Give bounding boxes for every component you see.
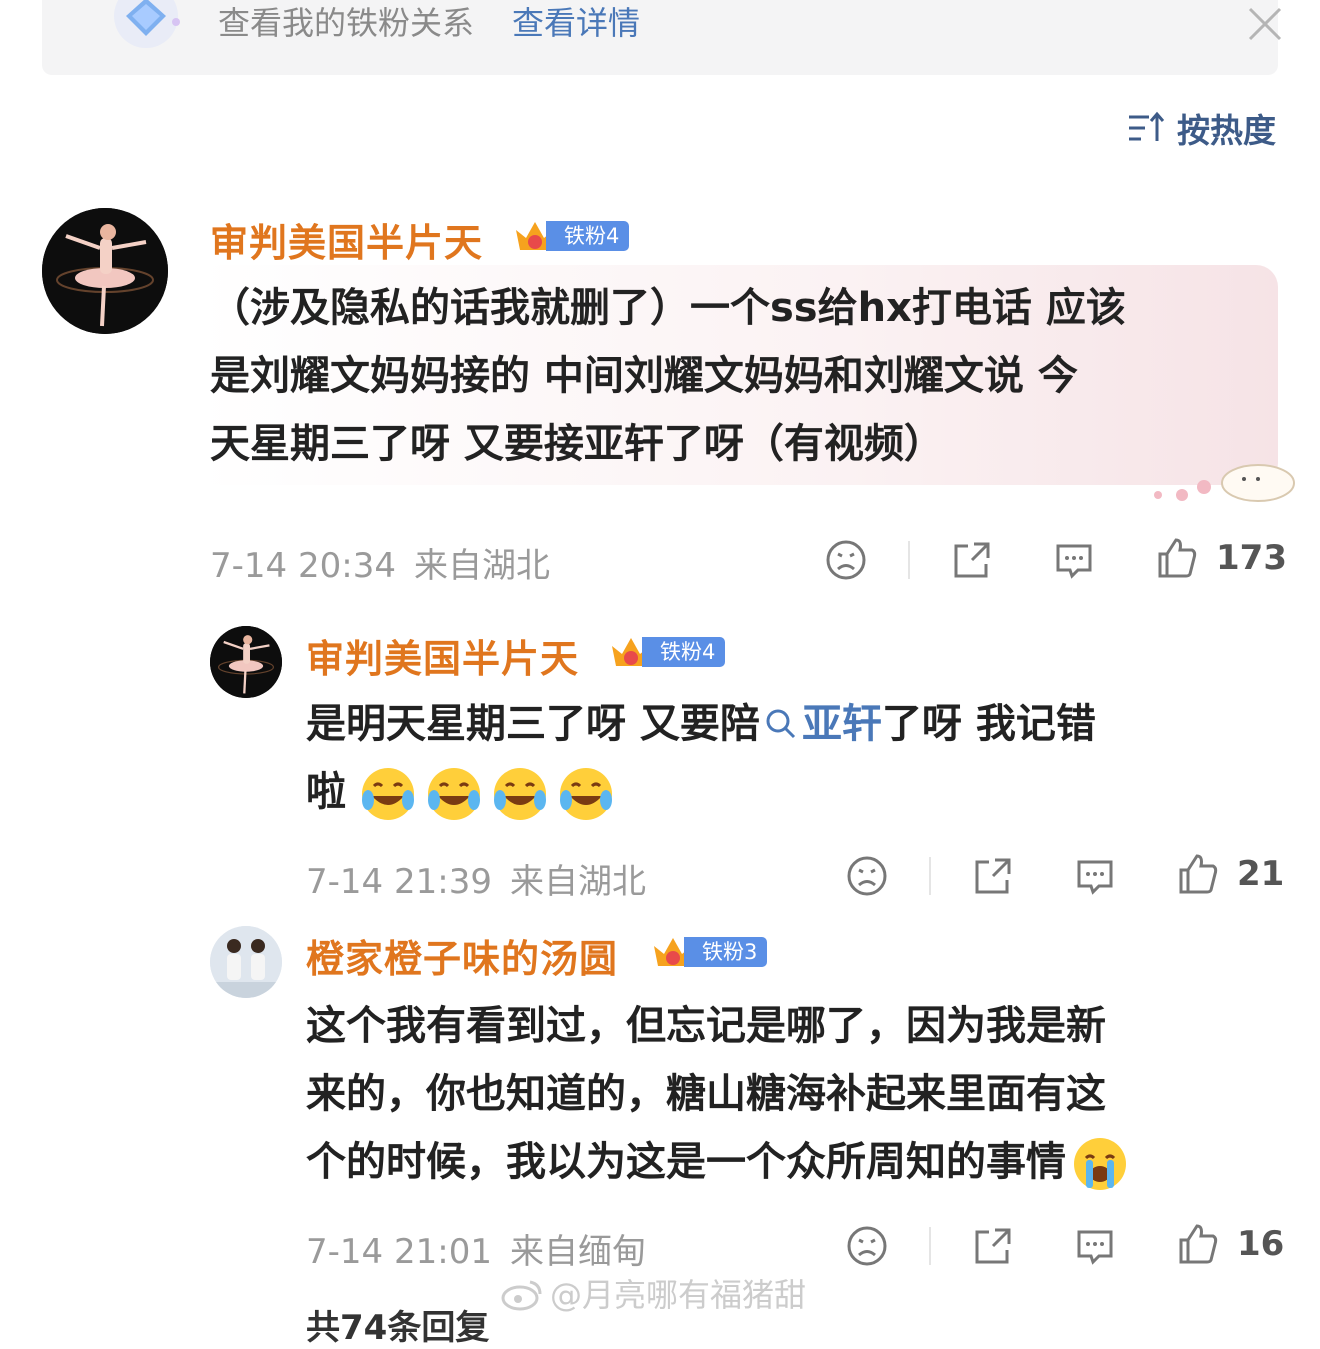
comment-username[interactable]: 橙家橙子味的汤圆	[306, 928, 618, 983]
divider	[929, 1227, 931, 1265]
reply-text-segment: 了呀 我记错	[881, 701, 1096, 747]
share-icon[interactable]	[971, 1224, 1015, 1268]
reply-comment-icon[interactable]	[1073, 1224, 1117, 1268]
reply-comment-icon[interactable]	[1052, 538, 1096, 582]
avatar[interactable]	[210, 926, 282, 998]
comment-meta: 7-14 20:34 来自湖北	[210, 538, 568, 587]
total-replies-link[interactable]: 共74条回复	[306, 1300, 489, 1349]
reply-text-segment: 是明天星期三了呀 又要陪	[306, 701, 760, 747]
laugh-cry-emoji-icon	[559, 768, 612, 820]
fan-badge-label: 铁粉4	[642, 637, 726, 667]
comment-text-line: （涉及隐私的话我就删了）一个ss给hx打电话 应该	[210, 285, 1126, 331]
like-thumb-icon[interactable]	[1154, 536, 1198, 580]
laugh-cry-emoji-icon	[427, 768, 480, 820]
comment-text-line: 天星期三了呀 又要接亚轩了呀（有视频）	[210, 421, 944, 467]
dislike-face-icon[interactable]	[845, 1224, 889, 1268]
view-details-link[interactable]: 查看详情	[512, 2, 640, 44]
dislike-face-icon[interactable]	[824, 538, 868, 582]
reply-text-line: 这个我有看到过，但忘记是哪了，因为我是新	[306, 1003, 1106, 1049]
reply-text-line: 来的，你也知道的，糖山糖海补起来里面有这	[306, 1071, 1106, 1117]
share-icon[interactable]	[971, 854, 1015, 898]
reply-text-line: 是明天星期三了呀 又要陪 亚轩了呀 我记错	[306, 690, 1096, 758]
comment-username[interactable]: 审判美国半片天	[210, 212, 483, 267]
fan-relation-banner: 查看我的铁粉关系 查看详情	[42, 0, 1282, 75]
two-people-avatar-image	[210, 926, 282, 998]
comment-text: （涉及隐私的话我就删了）一个ss给hx打电话 应该 是刘耀文妈妈接的 中间刘耀文…	[210, 274, 1126, 478]
comment-time: 7-14 20:34	[210, 546, 396, 586]
reply-text-line: 啦	[306, 758, 1096, 826]
reply-text-segment: 个的时候，我以为这是一个众所周知的事情	[306, 1139, 1066, 1185]
fan-diamond-icon	[114, 0, 180, 48]
comment-username[interactable]: 审判美国半片天	[306, 628, 579, 683]
reply-text-segment: 啦	[306, 769, 346, 815]
divider	[929, 857, 931, 895]
dislike-face-icon[interactable]	[845, 854, 889, 898]
ballerina-avatar-image	[42, 208, 168, 334]
cat-bubble-decoration	[1154, 464, 1295, 502]
reply-text: 这个我有看到过，但忘记是哪了，因为我是新 来的，你也知道的，糖山糖海补起来里面有…	[306, 992, 1138, 1196]
sort-icon	[1129, 111, 1165, 141]
watermark-text: @月亮哪有福猪甜	[550, 1276, 807, 1314]
share-icon[interactable]	[950, 538, 994, 582]
avatar[interactable]	[42, 208, 168, 334]
reply-text-line: 个的时候，我以为这是一个众所周知的事情	[306, 1128, 1138, 1196]
topic-link[interactable]: 亚轩	[802, 701, 882, 747]
search-icon	[766, 709, 795, 739]
comment-time: 7-14 21:01	[306, 1232, 492, 1272]
like-count: 16	[1237, 1224, 1285, 1264]
crying-emoji-icon	[1074, 1138, 1126, 1190]
comment-location: 来自湖北	[413, 546, 550, 586]
laugh-cry-emoji-icon	[361, 768, 414, 820]
comment-text-line: 是刘耀文妈妈接的 中间刘耀文妈妈和刘耀文说 今	[210, 353, 1078, 399]
comment-location: 来自缅甸	[509, 1232, 646, 1272]
fan-badge[interactable]: 铁粉4	[512, 218, 630, 254]
close-icon[interactable]	[1244, 3, 1286, 45]
laugh-cry-emoji-icon	[493, 768, 546, 820]
like-count: 173	[1216, 538, 1287, 578]
reply-comment-icon[interactable]	[1073, 854, 1117, 898]
reply-meta: 7-14 21:01 来自缅甸	[306, 1224, 664, 1273]
fan-badge-label: 铁粉3	[684, 937, 768, 967]
like-thumb-icon[interactable]	[1175, 1222, 1219, 1266]
fan-badge-label: 铁粉4	[546, 221, 630, 251]
sort-label: 按热度	[1177, 111, 1276, 150]
sort-by-hot-button[interactable]: 按热度	[1127, 105, 1276, 151]
fan-badge[interactable]: 铁粉3	[650, 934, 768, 970]
reply-text: 是明天星期三了呀 又要陪 亚轩了呀 我记错 啦	[306, 690, 1096, 826]
weibo-logo-icon	[501, 1280, 542, 1311]
reply-meta: 7-14 21:39 来自湖北	[306, 854, 664, 903]
comment-time: 7-14 21:39	[306, 862, 492, 902]
banner-text: 查看我的铁粉关系	[218, 4, 475, 42]
ballerina-avatar-image	[210, 626, 282, 698]
weibo-watermark: @月亮哪有福猪甜	[500, 1270, 806, 1316]
avatar[interactable]	[210, 626, 282, 698]
divider	[908, 541, 910, 579]
like-thumb-icon[interactable]	[1175, 852, 1219, 896]
like-count: 21	[1237, 854, 1285, 894]
comment-location: 来自湖北	[509, 862, 646, 902]
fan-badge[interactable]: 铁粉4	[608, 634, 726, 670]
